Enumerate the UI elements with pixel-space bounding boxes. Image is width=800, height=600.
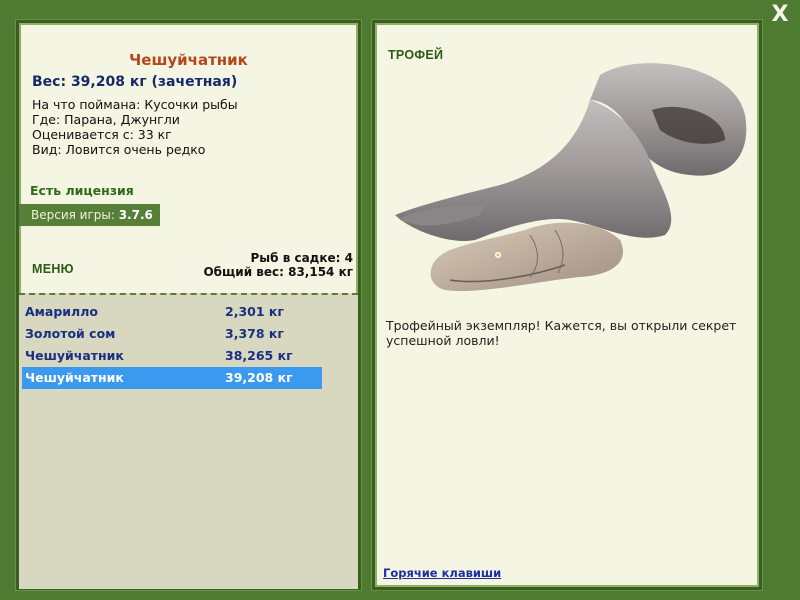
version-value: 3.7.6 bbox=[118, 208, 153, 222]
catch-row[interactable]: Золотой сом 3,378 кг bbox=[22, 323, 322, 345]
trophy-panel: ТРОФЕЙ Трофейный экземпляр! Кажется, вы … bbox=[372, 20, 762, 590]
version-label: Версия игры: bbox=[31, 208, 119, 222]
trophy-fish-image bbox=[395, 63, 747, 292]
version-bar: Версия игры: 3.7.6 bbox=[19, 204, 160, 226]
catch-weight: 38,265 кг bbox=[225, 348, 293, 363]
catch-name: Амарилло bbox=[25, 304, 98, 319]
fish-name: Чешуйчатник bbox=[129, 51, 248, 69]
catch-row-selected[interactable]: Чешуйчатник 39,208 кг bbox=[22, 367, 322, 389]
cage-info: Рыб в садке: 4 Общий вес: 83,154 кг bbox=[203, 251, 353, 279]
catch-weight: 39,208 кг bbox=[225, 370, 293, 385]
fish-value: Оценивается с: 33 кг bbox=[32, 127, 172, 142]
catch-name: Золотой сом bbox=[25, 326, 116, 341]
menu-button[interactable]: МЕНЮ bbox=[32, 262, 74, 276]
fish-place: Где: Парана, Джунгли bbox=[32, 112, 180, 127]
cage-count: Рыб в садке: 4 bbox=[250, 251, 354, 265]
fish-info-panel: Чешуйчатник Вес: 39,208 кг (зачетная) На… bbox=[16, 20, 361, 590]
fish-weight: Вес: 39,208 кг (зачетная) bbox=[32, 74, 238, 90]
catch-name: Чешуйчатник bbox=[25, 348, 124, 363]
catch-weight: 3,378 кг bbox=[225, 326, 284, 341]
close-button[interactable]: X bbox=[769, 4, 791, 26]
hotkeys-link[interactable]: Горячие клавиши bbox=[383, 566, 501, 580]
trophy-description: Трофейный экземпляр! Кажется, вы открыли… bbox=[386, 318, 737, 348]
catch-row[interactable]: Чешуйчатник 38,265 кг bbox=[22, 345, 322, 367]
catch-row[interactable]: Амарилло 2,301 кг bbox=[22, 301, 322, 323]
fish-bait: На что поймана: Кусочки рыбы bbox=[32, 97, 238, 112]
cage-total-weight: Общий вес: 83,154 кг bbox=[203, 265, 353, 279]
catch-weight: 2,301 кг bbox=[225, 304, 284, 319]
close-icon: X bbox=[771, 2, 789, 27]
fish-kind: Вид: Ловится очень редко bbox=[32, 142, 206, 157]
catch-name: Чешуйчатник bbox=[25, 370, 124, 385]
license-status: Есть лицензия bbox=[30, 183, 134, 198]
catch-list: Амарилло 2,301 кг Золотой сом 3,378 кг Ч… bbox=[19, 293, 358, 589]
